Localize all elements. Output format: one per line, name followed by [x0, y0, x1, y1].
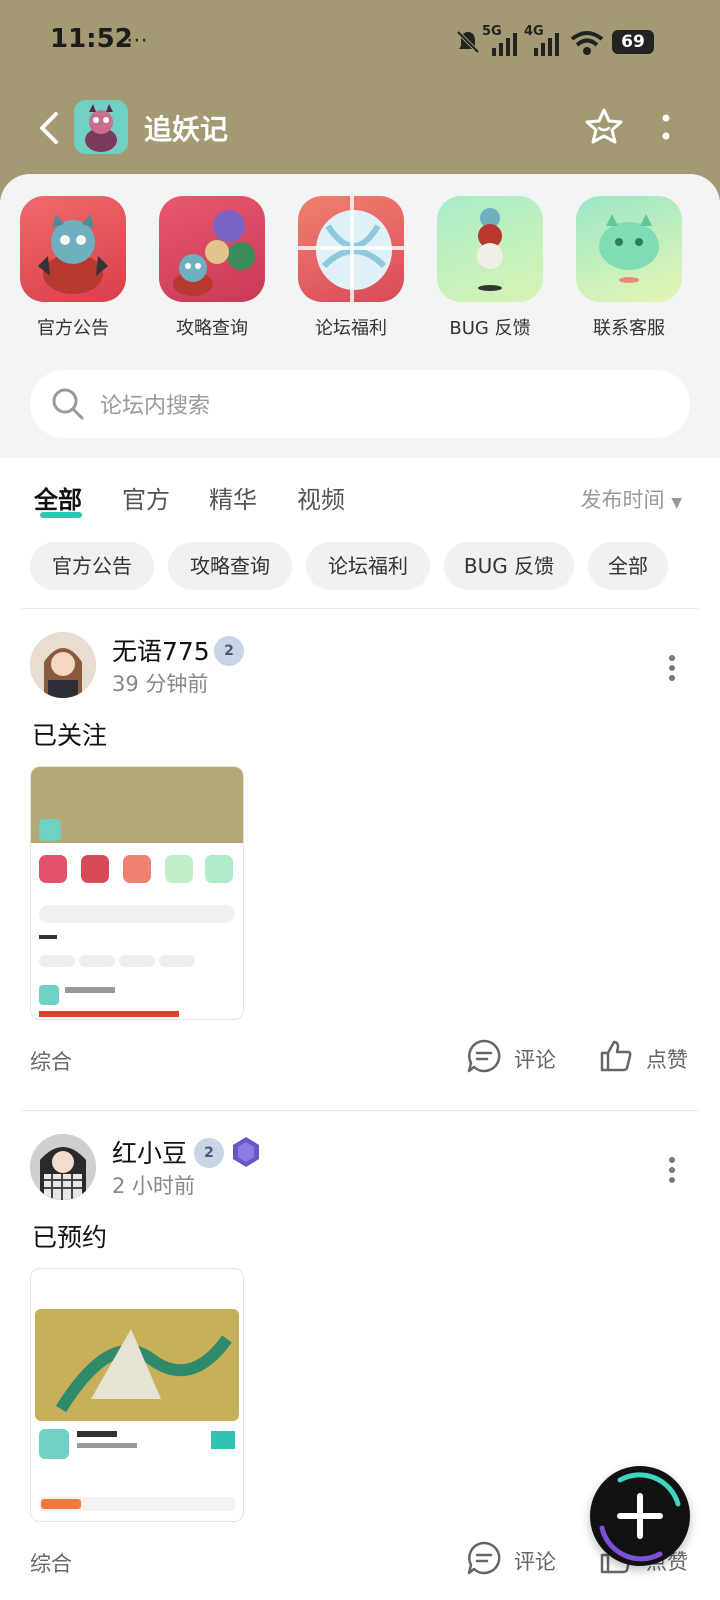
sort-label: 发布时间: [580, 488, 665, 512]
tab-official[interactable]: 官方: [122, 480, 170, 515]
comment-label: 评论: [514, 1048, 556, 1072]
tab-featured[interactable]: 精华: [209, 480, 257, 515]
post-category[interactable]: 综合: [30, 1548, 72, 1578]
sort-dropdown[interactable]: 发布时间 ▼: [581, 484, 682, 514]
avatar[interactable]: [30, 632, 96, 698]
chip-strategy[interactable]: 攻略查询: [168, 542, 292, 590]
welfare-giftbox-icon: [298, 196, 404, 302]
shortcut-label: 联系客服: [593, 318, 665, 339]
purple-crystal-badge-icon: [233, 1137, 259, 1167]
comment-icon: [467, 1541, 501, 1575]
shortcut-forum-welfare[interactable]: 论坛福利: [286, 196, 416, 340]
plus-icon: [599, 1472, 681, 1562]
post-username[interactable]: 红小豆: [112, 1134, 187, 1170]
tab-video[interactable]: 视频: [297, 480, 345, 515]
battery-indicator: 69: [612, 30, 654, 54]
post-text: 已关注: [32, 721, 108, 750]
post-time: 2 小时前: [112, 1174, 196, 1198]
notification-icons: ⋯: [126, 28, 148, 53]
shortcut-label: 攻略查询: [176, 318, 248, 339]
service-mascot-icon: [576, 196, 682, 302]
mute-bell-icon: [456, 30, 480, 54]
wifi-icon: [570, 31, 604, 55]
divider: [22, 608, 698, 609]
more-vertical-icon[interactable]: [660, 110, 672, 146]
app-icon[interactable]: [74, 100, 128, 154]
post-more-icon[interactable]: [668, 654, 676, 682]
shortcut-panel: 官方公告 攻略查询 论坛福利 BUG 反馈 联系客服 论坛内搜索: [0, 174, 720, 458]
shortcut-official-notice[interactable]: 官方公告: [8, 196, 138, 340]
chip-welfare[interactable]: 论坛福利: [306, 542, 430, 590]
top-nav: 追妖记: [0, 96, 720, 166]
post-text: 已预约: [32, 1223, 108, 1252]
divider: [22, 1110, 698, 1111]
search-placeholder: 论坛内搜索: [100, 394, 211, 419]
badge-level: 2: [204, 1145, 214, 1161]
post-screenshot-image[interactable]: [30, 766, 244, 1020]
search-icon: [52, 388, 84, 420]
chip-all[interactable]: 全部: [588, 542, 668, 590]
signal-bars-icon: [492, 33, 517, 56]
post-category[interactable]: 综合: [30, 1046, 72, 1076]
shortcut-label: 论坛福利: [315, 318, 387, 339]
badge-level: 2: [224, 643, 234, 659]
avatar[interactable]: [30, 1134, 96, 1200]
favorite-star-icon[interactable]: [584, 106, 624, 146]
bug-stack-icon: [437, 196, 543, 302]
chip-bug-report[interactable]: BUG 反馈: [444, 542, 574, 590]
shortcut-strategy[interactable]: 攻略查询: [147, 196, 277, 340]
like-label: 点赞: [646, 1048, 688, 1072]
filter-tabs: 全部 官方 精华 视频 发布时间 ▼: [0, 470, 720, 530]
back-arrow-icon[interactable]: [34, 108, 64, 148]
status-time: 11:52: [50, 24, 133, 54]
thumbs-up-icon: [600, 1040, 632, 1072]
post-username[interactable]: 无语775: [112, 632, 210, 668]
post-time: 39 分钟前: [112, 672, 209, 696]
level-badge: 2: [214, 636, 244, 666]
level-badge: 2: [194, 1138, 224, 1168]
create-post-button[interactable]: [590, 1466, 690, 1566]
signal-bars-icon-2: [534, 33, 559, 56]
strategy-monsters-icon: [159, 196, 265, 302]
status-bar: 11:52 ⋯ 5G 4G 69: [0, 0, 720, 86]
comment-icon: [467, 1039, 501, 1073]
notice-mascot-icon: [20, 196, 126, 302]
category-chips: 官方公告 攻略查询 论坛福利 BUG 反馈 全部: [0, 542, 720, 592]
shortcut-label: BUG 反馈: [449, 318, 531, 339]
caret-down-icon: ▼: [671, 495, 682, 511]
shortcut-label: 官方公告: [37, 318, 109, 339]
active-tab-indicator: [40, 512, 82, 518]
battery-level: 69: [621, 32, 645, 52]
page-title: 追妖记: [144, 113, 229, 146]
post-more-icon[interactable]: [668, 1156, 676, 1184]
chip-official-notice[interactable]: 官方公告: [30, 542, 154, 590]
post-screenshot-image[interactable]: [30, 1268, 244, 1522]
shortcut-customer-service[interactable]: 联系客服: [564, 196, 694, 340]
comment-label: 评论: [514, 1550, 556, 1574]
shortcut-bug-report[interactable]: BUG 反馈: [425, 196, 555, 340]
search-input[interactable]: 论坛内搜索: [30, 370, 690, 438]
tab-all[interactable]: 全部: [34, 480, 82, 515]
